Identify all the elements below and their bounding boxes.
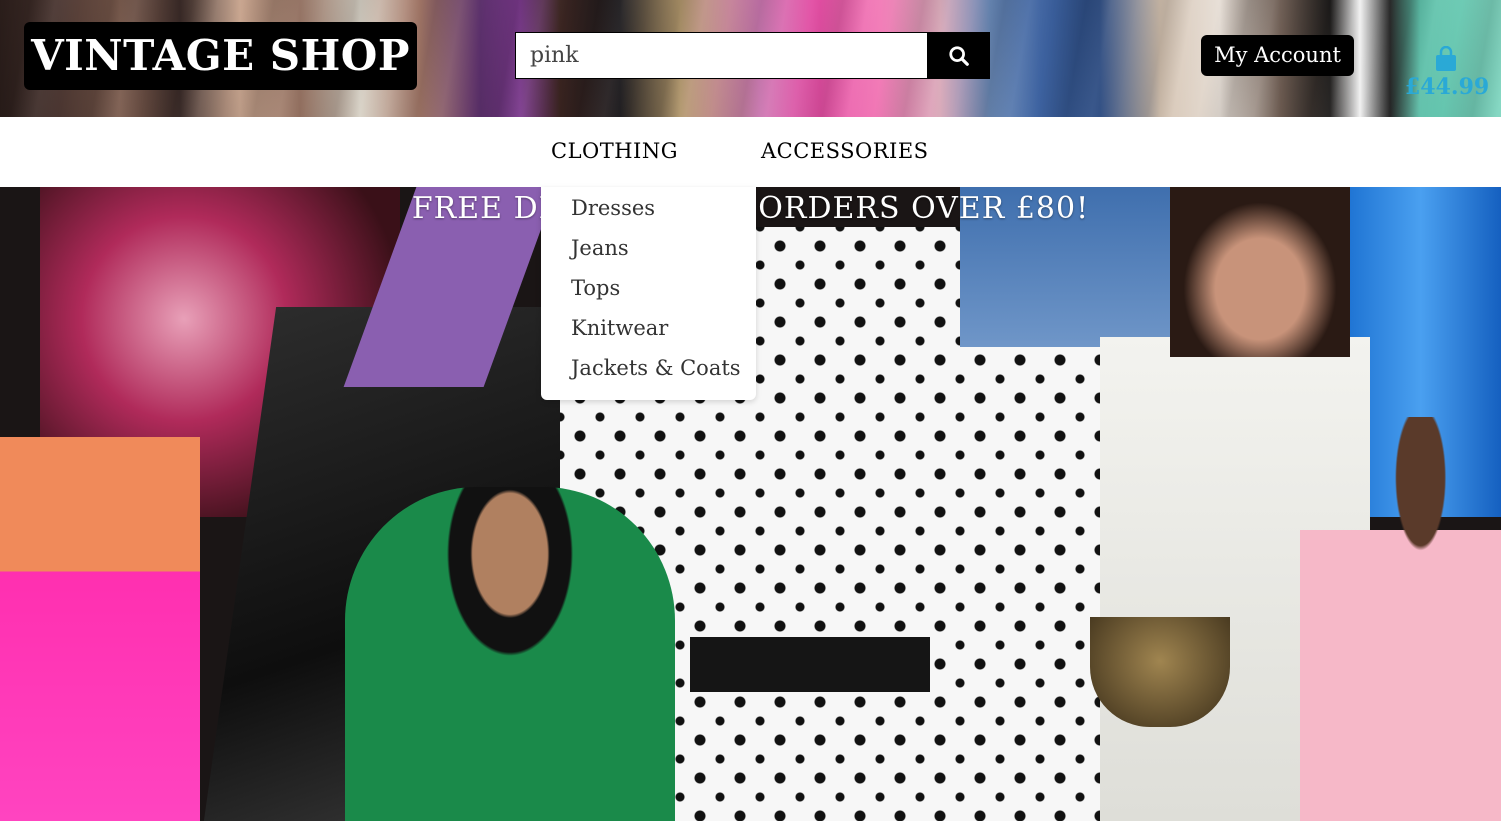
menu-item-jeans[interactable]: Jeans <box>571 236 629 260</box>
menu-item-tops[interactable]: Tops <box>571 276 620 300</box>
menu-item-dresses[interactable]: Dresses <box>571 196 655 220</box>
hero-panel-belt <box>690 637 930 692</box>
search-icon <box>949 45 969 66</box>
menu-item-jackets-coats[interactable]: Jackets & Coats <box>571 356 741 380</box>
hero-panel-pink-suit <box>0 437 200 821</box>
hero-panel-gold-bag <box>1090 617 1230 727</box>
search-form <box>515 32 990 79</box>
hero-panel-light-pink-suit <box>1300 417 1501 821</box>
nav-item-accessories[interactable]: ACCESSORIES <box>761 139 929 163</box>
search-button[interactable] <box>928 32 990 79</box>
main-nav: CLOTHING ACCESSORIES <box>0 117 1501 187</box>
search-input[interactable] <box>515 32 928 79</box>
clothing-dropdown-menu: Dresses Jeans Tops Knitwear Jackets & Co… <box>541 187 756 400</box>
cart-link[interactable]: £44.99 <box>1405 46 1490 106</box>
header-collage: VINTAGE SHOP My Account £44.99 <box>0 0 1501 117</box>
cart-total: £44.99 <box>1405 74 1490 100</box>
nav-item-clothing[interactable]: CLOTHING <box>551 139 678 163</box>
site-logo[interactable]: VINTAGE SHOP <box>24 22 417 90</box>
shopping-bag-icon <box>1436 46 1456 71</box>
my-account-button[interactable]: My Account <box>1201 35 1354 76</box>
menu-item-knitwear[interactable]: Knitwear <box>571 316 668 340</box>
hero-panel-green-suit <box>345 487 675 821</box>
